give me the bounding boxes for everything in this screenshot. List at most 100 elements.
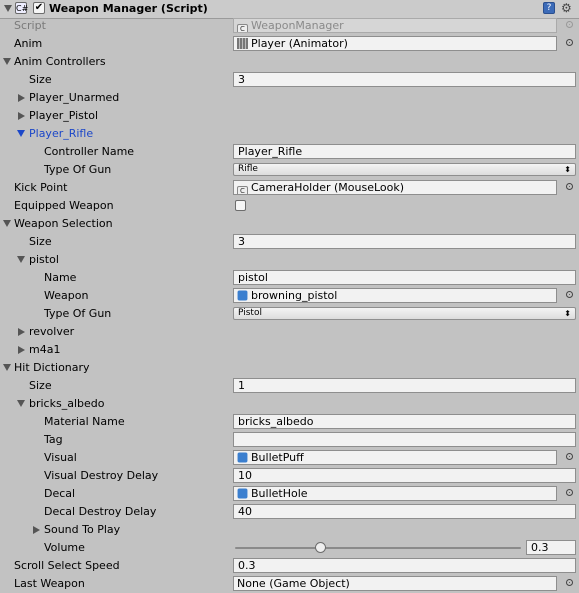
anim-controllers-label: Anim Controllers [14,55,106,68]
list-item-label: Player_Rifle [29,127,94,140]
visual-destroy-delay-row: Visual Destroy Delay 10 [0,467,579,485]
equipped-weapon-row: Equipped Weapon [0,197,579,215]
anim-label: Anim [14,37,43,50]
help-icon[interactable]: ? [543,2,555,14]
weapon-selection-label: Weapon Selection [14,217,113,230]
volume-slider-track[interactable] [235,547,521,549]
animator-icon [237,38,248,49]
type-of-gun-label: Type Of Gun [44,163,112,176]
size-field[interactable]: 3 [233,234,576,249]
decal-row: Decal BulletHole [0,485,579,503]
list-item[interactable]: Player_Rifle [0,125,579,143]
size-label: Size [29,379,52,392]
hit-dictionary-label: Hit Dictionary [14,361,90,374]
script-icon: C# [15,2,29,14]
script-field: C WeaponManager [233,18,557,33]
weapon-name-row: Name pistol [0,269,579,287]
hit-dictionary-size-row: Size 1 [0,377,579,395]
foldout-arrow-icon[interactable] [17,400,25,407]
weapon-selection-row[interactable]: Weapon Selection [0,215,579,233]
weapon-selection-size-row: Size 3 [0,233,579,251]
sound-to-play-row[interactable]: Sound To Play [0,521,579,539]
scroll-select-speed-field[interactable]: 0.3 [233,558,576,573]
volume-label: Volume [44,541,85,554]
script-file-icon: C [237,186,248,194]
material-name-field[interactable]: bricks_albedo [233,414,576,429]
list-item[interactable]: pistol [0,251,579,269]
last-weapon-field[interactable]: None (Game Object) [233,576,557,591]
visual-row: Visual BulletPuff [0,449,579,467]
list-item[interactable]: m4a1 [0,341,579,359]
foldout-arrow-icon[interactable] [3,58,11,65]
enabled-checkbox[interactable]: ✔ [33,2,45,14]
foldout-arrow-icon[interactable] [18,94,25,102]
script-label: Script [14,19,46,32]
tag-field[interactable] [233,432,576,447]
dropdown-arrow-icon: ⬍ [564,165,571,174]
foldout-arrow-icon[interactable] [17,256,25,263]
foldout-arrow-icon[interactable] [18,346,25,354]
collapse-arrow-icon[interactable] [4,5,12,12]
anim-field[interactable]: Player (Animator) [233,36,557,51]
list-item[interactable]: revolver [0,323,579,341]
list-item[interactable]: Player_Unarmed [0,89,579,107]
controller-name-row: Controller Name Player_Rifle [0,143,579,161]
type-of-gun-label: Type Of Gun [44,307,112,320]
decal-destroy-delay-field[interactable]: 40 [233,504,576,519]
kick-point-field[interactable]: C CameraHolder (MouseLook) [233,180,557,195]
controller-name-field[interactable]: Player_Rifle [233,144,576,159]
size-label: Size [29,73,52,86]
object-picker-icon[interactable] [566,453,573,460]
type-of-gun-row: Type Of Gun Pistol ⬍ [0,305,579,323]
object-picker-icon[interactable] [566,183,573,190]
foldout-arrow-icon[interactable] [18,112,25,120]
list-item-label: Player_Unarmed [29,91,120,104]
volume-slider-handle[interactable] [315,542,327,553]
equipped-weapon-checkbox[interactable] [235,200,246,211]
decal-label: Decal [44,487,76,500]
visual-field[interactable]: BulletPuff [233,450,557,465]
script-row: Script C WeaponManager [0,17,579,35]
weapon-object-row: Weapon browning_pistol [0,287,579,305]
volume-row: Volume 0.3 [0,539,579,557]
name-field[interactable]: pistol [233,270,576,285]
visual-destroy-delay-field[interactable]: 10 [233,468,576,483]
foldout-arrow-icon[interactable] [3,364,11,371]
controller-name-label: Controller Name [44,145,135,158]
type-of-gun-dropdown[interactable]: Pistol ⬍ [233,307,576,320]
decal-field[interactable]: BulletHole [233,486,557,501]
tag-label: Tag [44,433,63,446]
object-picker-icon[interactable] [566,579,573,586]
object-picker-icon[interactable] [566,39,573,46]
visual-label: Visual [44,451,77,464]
type-of-gun-row: Type Of Gun Rifle ⬍ [0,161,579,179]
size-field[interactable]: 3 [233,72,576,87]
dropdown-arrow-icon: ⬍ [564,309,571,318]
anim-controllers-size-row: Size 3 [0,71,579,89]
list-item[interactable]: bricks_albedo [0,395,579,413]
size-field[interactable]: 1 [233,378,576,393]
object-picker-icon[interactable] [566,489,573,496]
list-item[interactable]: Player_Pistol [0,107,579,125]
type-of-gun-dropdown[interactable]: Rifle ⬍ [233,163,576,176]
gear-icon[interactable]: ⚙ [561,1,572,15]
foldout-arrow-icon[interactable] [18,328,25,336]
object-picker-icon[interactable] [566,291,573,298]
prefab-cube-icon [237,452,248,463]
foldout-arrow-icon[interactable] [17,130,25,137]
material-name-label: Material Name [44,415,125,428]
hit-dictionary-row[interactable]: Hit Dictionary [0,359,579,377]
list-item-label: m4a1 [29,343,61,356]
last-weapon-row: Last Weapon None (Game Object) [0,575,579,593]
anim-row: Anim Player (Animator) [0,35,579,53]
list-item-label: bricks_albedo [29,397,105,410]
weapon-field[interactable]: browning_pistol [233,288,557,303]
equipped-weapon-label: Equipped Weapon [14,199,114,212]
anim-controllers-row[interactable]: Anim Controllers [0,53,579,71]
size-label: Size [29,235,52,248]
last-weapon-label: Last Weapon [14,577,85,590]
volume-field[interactable]: 0.3 [526,540,576,555]
foldout-arrow-icon[interactable] [33,526,40,534]
list-item-label: revolver [29,325,75,338]
foldout-arrow-icon[interactable] [3,220,11,227]
